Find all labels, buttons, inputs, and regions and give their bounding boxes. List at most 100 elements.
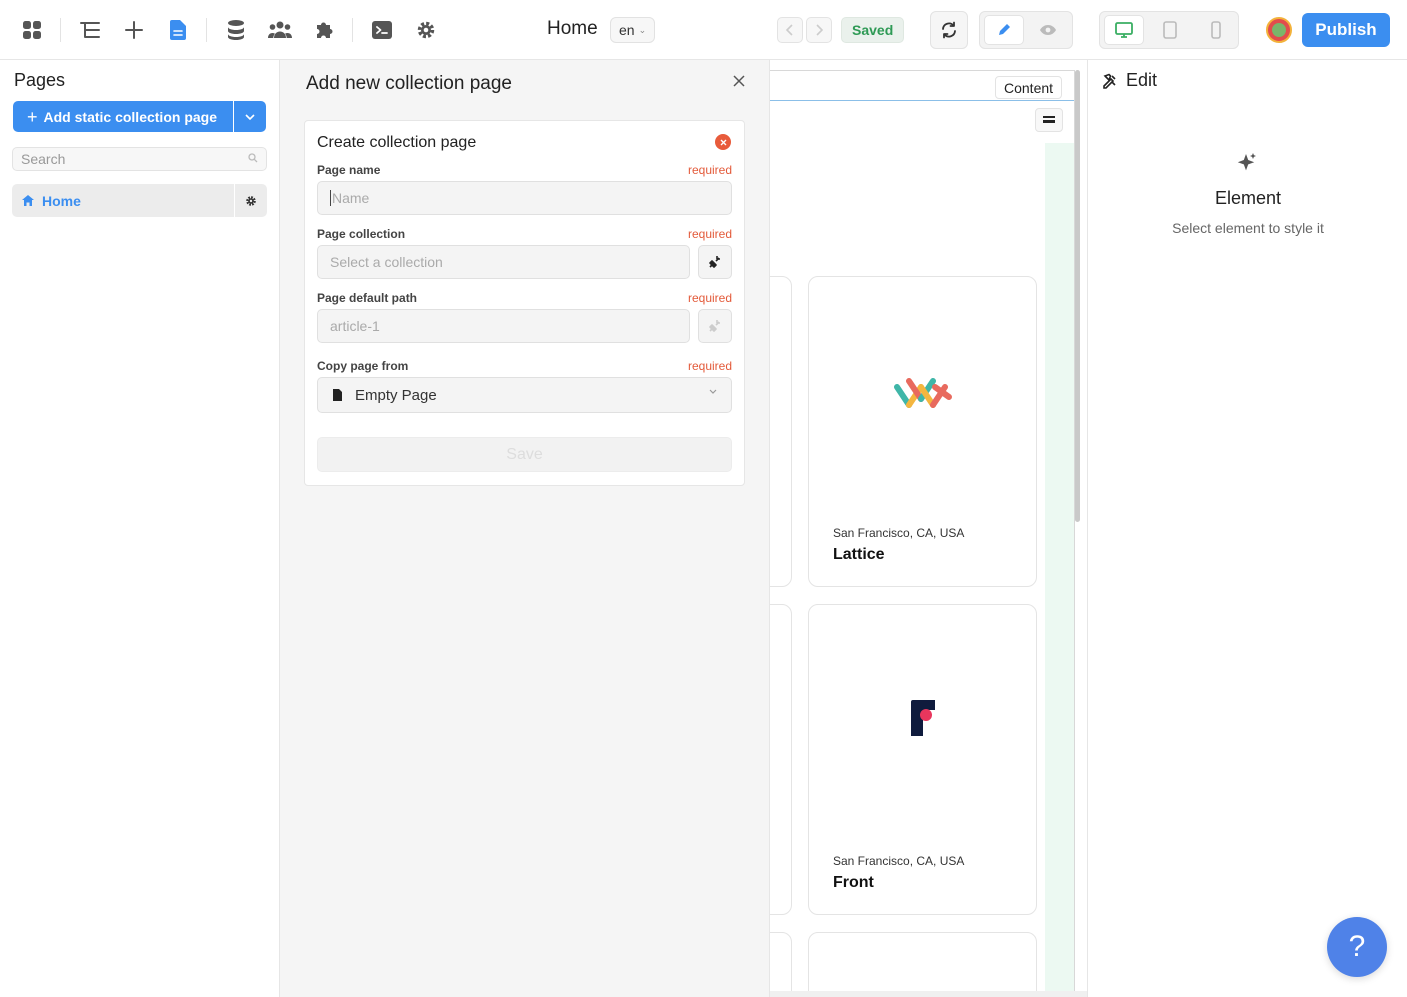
tablet-icon <box>1163 21 1177 39</box>
company-card[interactable] <box>770 604 792 915</box>
toolbar-divider <box>352 18 353 42</box>
style-panel-header: Edit <box>1102 70 1157 91</box>
close-icon <box>720 139 726 145</box>
preview-mode-button[interactable] <box>1028 15 1068 45</box>
chevron-down-icon: ⌄ <box>638 24 647 35</box>
toolbar-divider <box>60 18 61 42</box>
text-cursor <box>330 190 331 206</box>
sync-button[interactable] <box>930 11 968 49</box>
publish-button[interactable]: Publish <box>1302 13 1390 47</box>
page-name-input[interactable]: Name <box>317 181 732 215</box>
document-icon <box>333 389 342 401</box>
page-collection-label: Page collection <box>317 227 406 241</box>
settings-gear-icon[interactable] <box>410 14 442 46</box>
home-icon <box>22 195 34 206</box>
search-icon <box>248 153 258 163</box>
pencil-icon <box>999 24 1010 35</box>
toolbar-divider <box>206 18 207 42</box>
desktop-icon <box>1115 22 1133 38</box>
page-default-path-label: Page default path <box>317 291 418 305</box>
plug-icon <box>709 320 720 332</box>
save-button[interactable]: Save <box>317 437 732 472</box>
canvas-frame: Content San Francisco, CA, USA Lattice S… <box>770 70 1075 991</box>
company-card[interactable] <box>770 932 792 991</box>
page-item-home[interactable]: Home <box>12 184 234 217</box>
navigator-tree-icon[interactable] <box>74 14 106 46</box>
style-panel: Edit Element Select element to style it <box>1087 60 1407 997</box>
connect-path-button[interactable] <box>698 309 732 343</box>
style-panel-title: Edit <box>1126 70 1158 90</box>
company-card-lattice[interactable]: San Francisco, CA, USA Lattice <box>808 276 1037 587</box>
card-title: Create collection page <box>317 134 477 151</box>
mobile-icon <box>1211 21 1221 39</box>
company-card-front[interactable]: San Francisco, CA, USA Front <box>808 604 1037 915</box>
add-element-icon[interactable] <box>118 14 150 46</box>
connect-collection-button[interactable] <box>698 245 732 279</box>
language-select[interactable]: en ⌄ <box>610 17 656 43</box>
help-button[interactable]: ? <box>1327 917 1387 977</box>
pages-panel: Pages + Add static collection page Searc… <box>0 60 280 997</box>
required-indicator: required <box>687 359 732 373</box>
page-collection-select[interactable]: Select a collection <box>317 245 690 279</box>
design-mode-button[interactable] <box>984 15 1024 45</box>
chevron-down-icon <box>709 389 717 394</box>
front-logo-icon <box>911 700 935 736</box>
company-name: Front <box>833 874 874 891</box>
copy-page-from-value: Empty Page <box>355 386 437 404</box>
company-name: Lattice <box>833 546 885 563</box>
code-terminal-icon[interactable] <box>366 14 398 46</box>
company-location: San Francisco, CA, USA <box>833 854 965 868</box>
top-toolbar: Home en ⌄ Saved Publish <box>0 0 1407 60</box>
canvas-vertical-scrollbar[interactable] <box>1075 70 1080 522</box>
selected-content-bar: Content <box>770 71 1074 101</box>
copy-page-from-select[interactable]: Empty Page <box>317 377 732 413</box>
refresh-icon <box>942 21 956 39</box>
users-icon[interactable] <box>264 14 296 46</box>
discard-card-button[interactable] <box>715 134 731 150</box>
mobile-view-button[interactable] <box>1196 15 1236 45</box>
user-avatar[interactable] <box>1266 17 1292 43</box>
create-collection-page-card: Create collection page Page name require… <box>304 120 745 486</box>
sparkle-icon <box>1237 153 1256 171</box>
plugins-puzzle-icon[interactable] <box>308 14 340 46</box>
canvas-horizontal-scrollbar[interactable] <box>770 991 1087 997</box>
gear-icon <box>246 195 256 206</box>
copy-page-from-label: Copy page from <box>317 359 409 373</box>
undo-button[interactable] <box>777 17 803 43</box>
search-placeholder: Search <box>21 151 66 167</box>
company-location: San Francisco, CA, USA <box>833 526 965 540</box>
page-default-path-input[interactable]: article-1 <box>317 309 690 343</box>
element-placeholder-title: Element <box>1214 188 1282 208</box>
required-indicator: required <box>687 163 732 177</box>
add-static-collection-page-button[interactable]: + Add static collection page <box>13 101 233 132</box>
company-card[interactable] <box>770 276 792 587</box>
pages-search-input[interactable]: Search <box>12 147 267 171</box>
add-collection-page-panel: Add new collection page Create collectio… <box>280 60 770 997</box>
add-page-dropdown-button[interactable] <box>234 101 266 132</box>
page-default-path-placeholder: article-1 <box>330 318 380 334</box>
lattice-logo-icon <box>894 378 952 408</box>
required-indicator: required <box>687 227 732 241</box>
save-status-badge: Saved <box>841 17 905 43</box>
close-panel-button[interactable] <box>730 72 748 90</box>
design-canvas: Content San Francisco, CA, USA Lattice S… <box>770 60 1087 997</box>
close-icon <box>733 75 745 87</box>
section-background <box>1045 143 1074 991</box>
redo-button[interactable] <box>806 17 832 43</box>
pages-document-icon[interactable] <box>162 14 194 46</box>
page-collection-placeholder: Select a collection <box>330 254 443 270</box>
tablet-view-button[interactable] <box>1150 15 1190 45</box>
company-card[interactable] <box>808 932 1037 991</box>
element-placeholder-subtitle: Select element to style it <box>1172 220 1324 236</box>
required-indicator: required <box>687 291 732 305</box>
language-value: en <box>619 22 635 38</box>
page-name-label: Page name <box>317 163 381 177</box>
desktop-view-button[interactable] <box>1104 15 1144 45</box>
chevron-down-icon <box>245 113 255 120</box>
content-element-label[interactable]: Content <box>995 76 1063 99</box>
menu-toggle-button[interactable] <box>1035 108 1063 132</box>
database-icon[interactable] <box>220 14 252 46</box>
apps-grid-icon[interactable] <box>16 14 48 46</box>
page-settings-button[interactable] <box>235 184 267 217</box>
plus-icon: + <box>27 106 38 127</box>
